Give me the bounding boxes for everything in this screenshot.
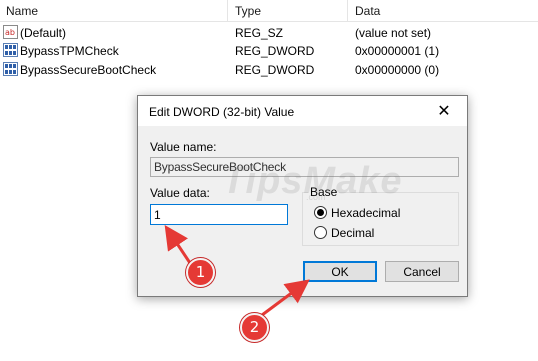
- value-name: BypassTPMCheck: [20, 44, 119, 58]
- value-type: REG_DWORD: [235, 44, 315, 58]
- string-value-icon: ab: [3, 25, 18, 39]
- column-header-name[interactable]: Name: [6, 4, 38, 18]
- column-divider[interactable]: [347, 0, 348, 22]
- watermark-subtext: .com: [306, 192, 326, 202]
- radio-label: Hexadecimal: [331, 206, 401, 220]
- value-data: (value not set): [355, 26, 432, 40]
- column-header-data[interactable]: Data: [355, 4, 380, 18]
- value-name: BypassSecureBootCheck: [20, 63, 157, 77]
- value-data: 0x00000001 (1): [355, 44, 440, 58]
- ok-button[interactable]: OK: [303, 261, 377, 282]
- dialog-titlebar[interactable]: Edit DWORD (32-bit) Value ✕: [138, 96, 467, 126]
- list-header: Name Type Data: [0, 0, 538, 22]
- value-name-label: Value name:: [150, 140, 217, 154]
- value-data-input[interactable]: [150, 204, 288, 225]
- radio-button-selected[interactable]: [314, 206, 327, 219]
- radio-button[interactable]: [314, 226, 327, 239]
- value-data: 0x00000000 (0): [355, 63, 440, 77]
- cancel-button[interactable]: Cancel: [385, 261, 459, 282]
- value-type: REG_DWORD: [235, 63, 315, 77]
- registry-row-default[interactable]: ab (Default) REG_SZ (value not set): [0, 24, 538, 42]
- registry-value-list: Name Type Data ab (Default) REG_SZ (valu…: [0, 0, 538, 100]
- column-header-type[interactable]: Type: [235, 4, 261, 18]
- callout-badge-2: 2: [240, 313, 269, 342]
- column-divider[interactable]: [227, 0, 228, 22]
- close-button[interactable]: ✕: [421, 96, 467, 126]
- registry-row-bypass-tpm[interactable]: BypassTPMCheck REG_DWORD 0x00000001 (1): [0, 42, 538, 60]
- value-data-label: Value data:: [150, 186, 210, 200]
- registry-row-bypass-secure-boot[interactable]: BypassSecureBootCheck REG_DWORD 0x000000…: [0, 61, 538, 79]
- value-name: (Default): [20, 26, 67, 40]
- callout-badge-1: 1: [186, 258, 215, 287]
- value-type: REG_SZ: [235, 26, 284, 40]
- binary-value-icon: [3, 43, 18, 57]
- dialog-title: Edit DWORD (32-bit) Value: [149, 105, 295, 119]
- radio-label: Decimal: [331, 226, 375, 240]
- svg-text:ab: ab: [5, 28, 15, 37]
- binary-value-icon: [3, 62, 18, 76]
